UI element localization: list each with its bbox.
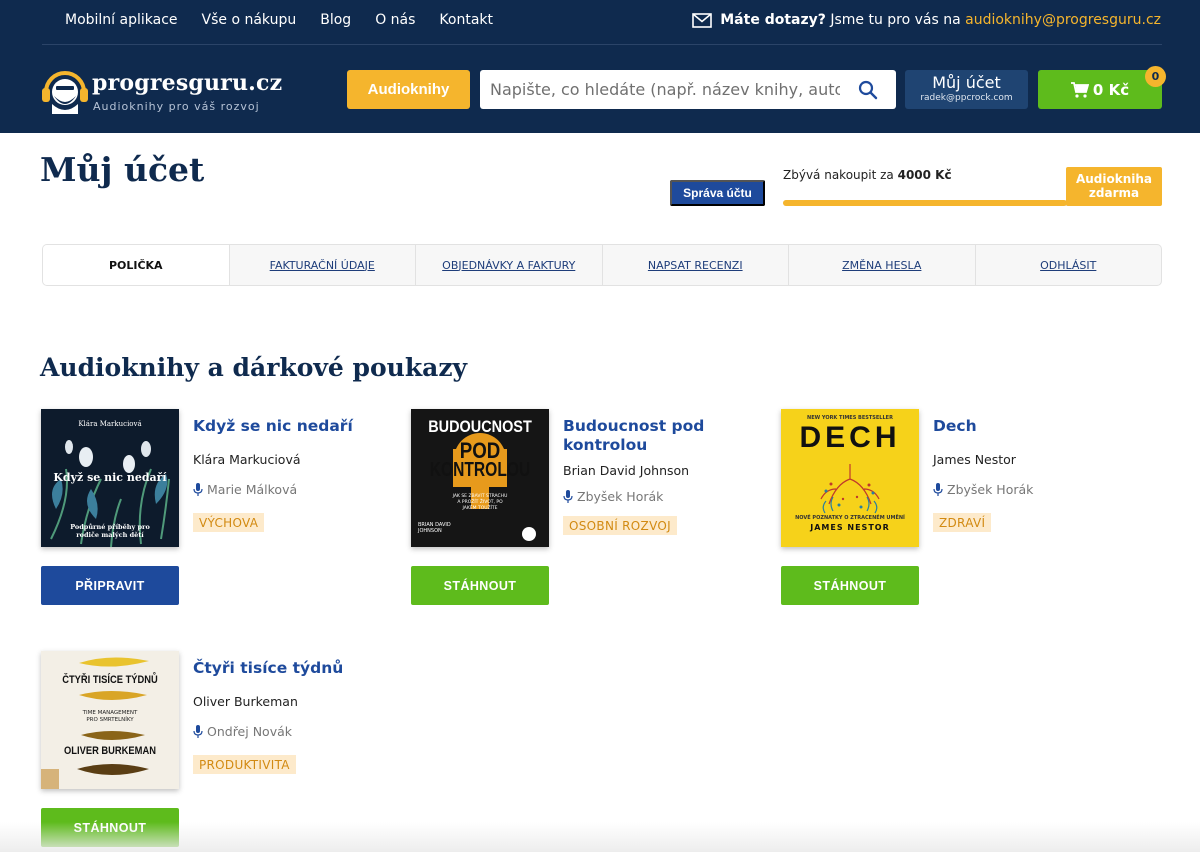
search-bar [480,70,896,109]
remaining-prefix: Zbývá nakoupit za [783,168,894,182]
cover-subtitle: NOVÉ POZNATKY O ZTRACENÉM UMĚNÍ [795,515,905,521]
cover-subtitle-1: TIME MANAGEMENT [82,710,138,716]
cover-author: BRIAN DAVID JOHNSON [418,522,451,534]
book-author: James Nestor [933,452,1016,467]
tab-write-review[interactable]: NAPSAT RECENZI [601,245,789,285]
remaining-amount: 4000 Kč [897,168,952,182]
manage-account-button[interactable]: Správa účtu [670,180,765,206]
account-label: Můj účet [932,73,1001,92]
cover-line-3: KONTROLOU [429,459,531,481]
book-item: NEW YORK TIMES BESTSELLER DECH NOVÉ POZN… [781,409,1121,609]
book-narrator: Zbyšek Horák [563,489,663,504]
book-title-link[interactable]: Budoucnost pod kontrolou [563,417,743,455]
book-cover[interactable]: NEW YORK TIMES BESTSELLER DECH NOVÉ POZN… [781,409,919,547]
account-tabs: POLIČKA FAKTURAČNÍ ÚDAJE OBJEDNÁVKY A FA… [42,244,1162,286]
download-button[interactable]: STÁHNOUT [781,566,919,605]
tab-logout[interactable]: ODHLÁSIT [974,245,1162,285]
cart-button[interactable]: 0 Kč [1038,70,1162,109]
nav-blog[interactable]: Blog [320,12,351,28]
book-narrator-name: Marie Málková [207,482,298,497]
cover-author: Klára Markuciová [78,420,142,428]
cover-subtitle: JAK SE ZBAVIT STRACHU A PROŽÍT ŽIVOT, PO… [452,494,508,511]
header-divider [42,44,1162,45]
book-category-tag[interactable]: ZDRAVÍ [933,513,992,532]
cover-subtitle-2: PRO SMRTELNÍKY [86,717,134,723]
book-narrator-name: Ondřej Novák [207,724,292,739]
cart-icon [1070,81,1089,98]
tab-orders[interactable]: OBJEDNÁVKY A FAKTURY [415,245,602,285]
nav-shopping-info[interactable]: Vše o nákupu [202,12,297,28]
book-author: Klára Markuciová [193,452,301,467]
page-title: Můj účet [40,150,205,189]
gift-line-2: zdarma [1088,186,1140,200]
book-narrator: Zbyšek Horák [933,482,1033,497]
logo-tagline: Audioknihy pro váš rozvoj [93,100,260,113]
microphone-icon [193,724,203,738]
search-input[interactable] [480,71,840,108]
book-title-link[interactable]: Dech [933,417,1113,436]
contact-info: Máte dotazy? Jsme tu pro vás na audiokni… [692,12,1161,28]
account-email: radek@ppcrock.com [920,93,1013,103]
search-icon[interactable] [858,80,878,100]
cover-title: ČTYŘI TISÍCE TÝDNŮ [62,674,158,686]
microphone-icon [933,482,943,496]
cover-title: DECH [799,421,901,454]
book-narrator: Marie Málková [193,482,297,497]
book-author: Oliver Burkeman [193,694,298,709]
tab-billing[interactable]: FAKTURAČNÍ ÚDAJE [228,245,416,285]
section-title: Audioknihy a dárkové poukazy [40,353,468,382]
progress-fill [783,200,1068,206]
book-category-tag[interactable]: PRODUKTIVITA [193,755,296,774]
book-item: BUDOUCNOST POD KONTROLOU JAK SE ZBAVIT S… [411,409,751,609]
book-category-tag[interactable]: VÝCHOVA [193,513,265,532]
cover-author: OLIVER BURKEMAN [64,745,156,757]
book-title-link[interactable]: Čtyři tisíce týdnů [193,659,373,678]
cover-author: JAMES NESTOR [810,523,890,532]
book-item: ČTYŘI TISÍCE TÝDNŮ TIME MANAGEMENT PRO S… [41,651,381,851]
remaining-amount-text: Zbývá nakoupit za 4000 Kč [783,168,952,182]
cover-line-1: BUDOUCNOST [428,417,532,436]
cart-count-badge: 0 [1145,66,1166,87]
book-narrator: Ondřej Novák [193,724,292,739]
free-audiobook-badge: Audiokniha zdarma [1066,167,1162,206]
nav-contact[interactable]: Kontakt [439,12,493,28]
book-cover[interactable]: BUDOUCNOST POD KONTROLOU JAK SE ZBAVIT S… [411,409,549,547]
account-button[interactable]: Můj účet radek@ppcrock.com [905,70,1028,109]
book-author: Brian David Johnson [563,463,690,478]
tab-change-password[interactable]: ZMĚNA HESLA [788,245,975,285]
logo-name: progresguru.cz [92,70,283,96]
site-logo[interactable]: progresguru.cz Audioknihy pro váš rozvoj [40,64,290,116]
contact-question: Máte dotazy? [720,12,826,28]
cover-title: Když se nic nedaří [53,471,167,484]
audiobooks-button[interactable]: Audioknihy [347,70,470,109]
contact-text: Jsme tu pro vás na [830,12,961,28]
book-narrator-name: Zbyšek Horák [947,482,1034,497]
nav-mobile-app[interactable]: Mobilní aplikace [65,12,178,28]
tab-shelf[interactable]: POLIČKA [43,245,229,285]
gift-line-1: Audiokniha [1075,172,1153,186]
book-cover[interactable]: Klára Markuciová Když se nic nedaří Podp… [41,409,179,547]
book-item: Klára Markuciová Když se nic nedaří Podp… [41,409,381,609]
book-title-link[interactable]: Když se nic nedaří [193,417,373,436]
download-button[interactable]: STÁHNOUT [411,566,549,605]
guru-headphones-icon [42,71,88,114]
mail-icon [692,12,713,28]
book-cover[interactable]: ČTYŘI TISÍCE TÝDNŮ TIME MANAGEMENT PRO S… [41,651,179,789]
book-narrator-name: Zbyšek Horák [577,489,664,504]
cover-subtitle: Podpůrné příběhy pro rodiče malých dětí [70,523,150,539]
top-navigation: Mobilní aplikace Vše o nákupu Blog O nás… [65,12,493,28]
contact-email-link[interactable]: audioknihy@progresguru.cz [965,12,1161,28]
download-button[interactable]: STÁHNOUT [41,808,179,847]
book-category-tag[interactable]: OSOBNÍ ROZVOJ [563,516,677,535]
prepare-button[interactable]: PŘIPRAVIT [41,566,179,605]
nav-about[interactable]: O nás [375,12,415,28]
cart-total: 0 Kč [1092,80,1130,99]
microphone-icon [193,482,203,496]
microphone-icon [563,489,573,503]
site-header: Mobilní aplikace Vše o nákupu Blog O nás… [0,0,1200,133]
